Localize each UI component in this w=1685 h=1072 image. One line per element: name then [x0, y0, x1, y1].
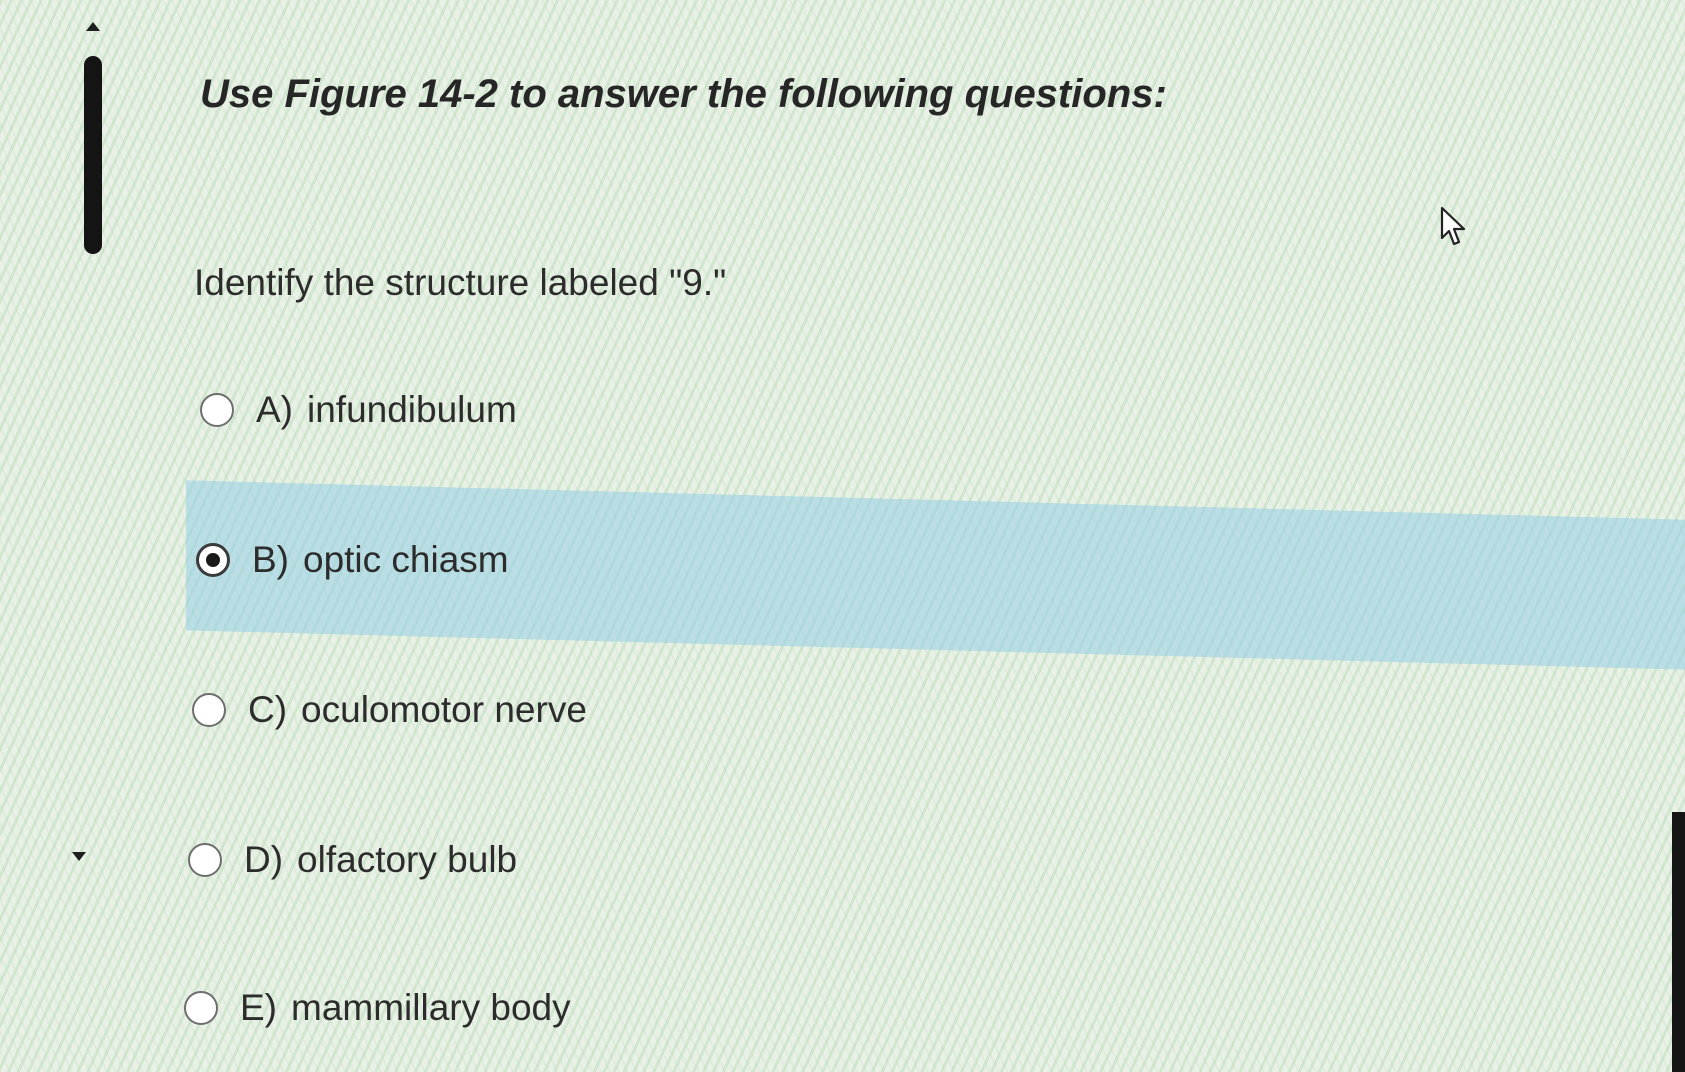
scroll-down-arrow-icon[interactable] — [72, 852, 86, 861]
option-text-e: mammillary body — [291, 987, 571, 1028]
radio-selected-dot — [206, 553, 220, 567]
radio-button-c[interactable] — [192, 693, 226, 727]
radio-button-a[interactable] — [200, 393, 234, 427]
option-text-d: olfactory bulb — [297, 839, 518, 880]
answer-option-d[interactable]: D) olfactory bulb — [188, 830, 517, 890]
option-text-b: optic chiasm — [303, 539, 509, 580]
answer-option-a[interactable]: A) infundibulum — [200, 380, 517, 440]
option-text-c: oculomotor nerve — [301, 689, 587, 730]
screen-edge-bar — [1672, 812, 1685, 1072]
radio-button-b[interactable] — [196, 543, 230, 577]
option-label-e: E) — [240, 987, 277, 1028]
option-label-c: C) — [248, 689, 288, 730]
option-label-d: D) — [244, 839, 284, 880]
radio-button-e[interactable] — [184, 991, 218, 1025]
scroll-thumb[interactable] — [84, 56, 102, 254]
question-title: Use Figure 14-2 to answer the following … — [200, 72, 1167, 116]
radio-button-d[interactable] — [188, 843, 222, 877]
answer-option-e[interactable]: E) mammillary body — [184, 978, 571, 1038]
scroll-up-arrow-icon[interactable] — [86, 22, 100, 31]
option-label-a: A) — [256, 389, 293, 430]
vertical-scrollbar[interactable] — [72, 22, 106, 902]
mouse-pointer-icon — [1440, 206, 1466, 246]
answer-option-b[interactable]: B) optic chiasm — [196, 530, 509, 590]
option-text-a: infundibulum — [307, 389, 517, 430]
answer-option-c[interactable]: C) oculomotor nerve — [192, 680, 587, 740]
question-prompt: Identify the structure labeled "9." — [194, 262, 727, 303]
option-label-b: B) — [252, 539, 289, 580]
